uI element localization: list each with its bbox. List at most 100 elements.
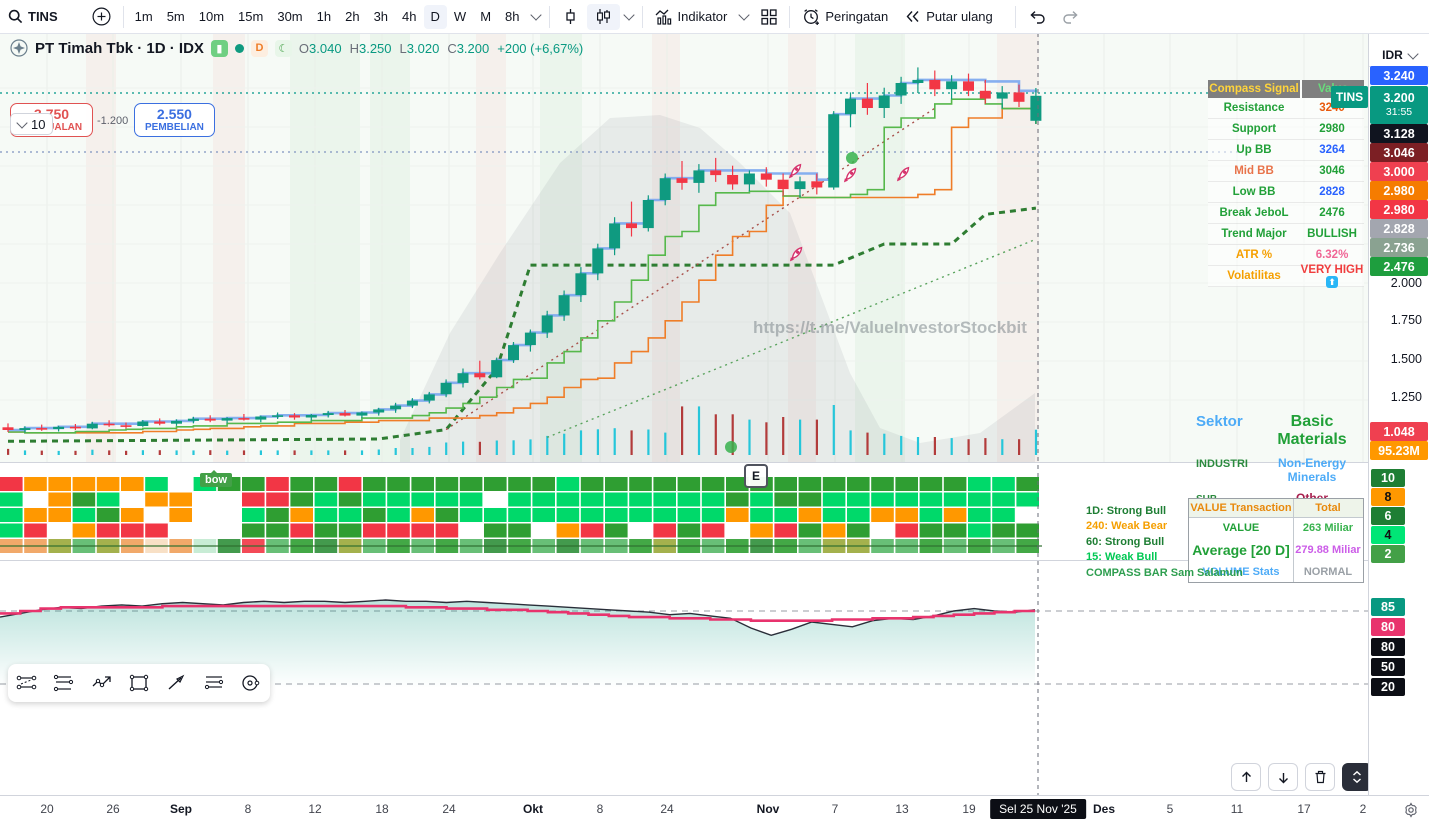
- alarm-clock-icon: [802, 8, 820, 26]
- watermark-text: https://t.me/ValueInvestorStockbit: [753, 318, 1027, 337]
- timeframe-1m[interactable]: 1m: [128, 5, 160, 29]
- timeframe-8h[interactable]: 8h: [498, 5, 526, 29]
- replay-button[interactable]: Putar ulang: [896, 4, 1001, 30]
- plus-circle-icon: [92, 7, 111, 26]
- crosshair-date-badge: Sel 25 Nov '25: [990, 799, 1086, 819]
- chart-style-candles-button[interactable]: [586, 3, 620, 30]
- price-label: 2.980: [1370, 181, 1428, 200]
- trend-line-tool-icon[interactable]: [14, 670, 40, 696]
- chart-style-menu-button[interactable]: [620, 4, 638, 30]
- undo-button[interactable]: [1020, 4, 1054, 30]
- add-symbol-button[interactable]: [84, 4, 119, 30]
- sector-row: INDUSTRI Non-Energy Minerals: [1196, 456, 1346, 484]
- alerts-button[interactable]: Peringatan: [794, 4, 896, 30]
- arrow-tool-icon[interactable]: [163, 670, 189, 696]
- timeframe-2h[interactable]: 2h: [338, 5, 366, 29]
- compass-row: Support 2980: [1208, 119, 1364, 140]
- symbol-search-button[interactable]: TINS: [0, 4, 66, 30]
- parallel-lines-tool-icon[interactable]: [51, 670, 77, 696]
- polyline-tool-icon[interactable]: [89, 670, 115, 696]
- price-label: 3.046: [1370, 143, 1428, 162]
- pane-scale-label: 6: [1371, 507, 1405, 525]
- compass-header-signal: Compass Signal: [1208, 80, 1300, 98]
- timeframe-1h[interactable]: 1h: [310, 5, 338, 29]
- price-label: 1.048: [1370, 422, 1428, 441]
- undo-icon: [1028, 10, 1046, 24]
- compass-row: Break JeboL 2476: [1208, 203, 1364, 224]
- broker-icon: ▮: [210, 39, 228, 57]
- indicator-templates-button[interactable]: [735, 4, 753, 30]
- search-icon: [8, 9, 23, 24]
- pane-scale-label: 50: [1371, 658, 1405, 676]
- symbol-search-label: TINS: [28, 9, 58, 24]
- compass-row: Mid BB 3046: [1208, 161, 1364, 182]
- pane-scale-label: 20: [1371, 678, 1405, 696]
- time-tick: 19: [962, 802, 976, 816]
- price-label: 2.828: [1370, 219, 1428, 238]
- timeframe-10m[interactable]: 10m: [192, 5, 231, 29]
- price-label: 2.980: [1370, 200, 1428, 219]
- price-label: 2.476: [1370, 257, 1428, 276]
- move-pane-down-button[interactable]: [1268, 763, 1298, 791]
- price-label: 3.200 31:55: [1370, 86, 1428, 124]
- value-header-total: Total: [1315, 502, 1341, 514]
- rewind-icon: [904, 9, 921, 24]
- time-tick: 18: [375, 802, 389, 816]
- indicators-collapse-button[interactable]: 10: [10, 113, 54, 135]
- price-tick: 1.750: [1390, 313, 1422, 327]
- earnings-marker[interactable]: E: [744, 464, 768, 488]
- chart-style-bars-button[interactable]: [554, 4, 587, 30]
- compass-signal-panel: Compass SignalValue Resistance 3240Suppo…: [1208, 80, 1364, 288]
- time-tick: Nov: [756, 802, 780, 816]
- replay-label: Putar ulang: [926, 9, 993, 24]
- timeframe-W[interactable]: W: [447, 5, 473, 29]
- compass-row: Up BB 3264: [1208, 140, 1364, 161]
- moon-badge-icon: ☾: [274, 39, 292, 57]
- circle-tool-icon[interactable]: [238, 670, 264, 696]
- time-tick: 20: [40, 802, 54, 816]
- timeframe-D[interactable]: D: [423, 4, 447, 29]
- time-tick: 5: [1166, 802, 1174, 816]
- symbol-price-tag: TINS: [1331, 86, 1368, 108]
- timeframe-M[interactable]: M: [473, 5, 498, 29]
- symbol-title[interactable]: PT Timah Tbk · 1D · IDX: [35, 40, 204, 57]
- stockbit-fan-icon: [10, 39, 28, 57]
- layout-grid-button[interactable]: [753, 4, 785, 30]
- delete-pane-button[interactable]: [1305, 763, 1335, 791]
- rectangle-tool-icon[interactable]: [126, 670, 152, 696]
- chart-canvas[interactable]: PT Timah Tbk · 1D · IDX ▮ D ☾ O3.040 H3.…: [0, 33, 1409, 795]
- timeframe-15m[interactable]: 15m: [231, 5, 270, 29]
- timeframe-menu-button[interactable]: [527, 4, 545, 30]
- bow-label: bow: [200, 470, 232, 487]
- pane-scale-label: 80: [1371, 618, 1405, 636]
- time-tick: 2: [1359, 802, 1367, 816]
- alerts-label: Peringatan: [825, 9, 889, 24]
- sector-row: Sektor Basic Materials: [1196, 413, 1347, 448]
- timezone-settings-icon[interactable]: [1403, 802, 1419, 823]
- ohlc-values: O3.040 H3.250 L3.020 C3.200 +200 (+6,67%…: [298, 40, 584, 56]
- timeframe-30m[interactable]: 30m: [270, 5, 309, 29]
- redo-button[interactable]: [1054, 4, 1088, 30]
- timeframe-5m[interactable]: 5m: [160, 5, 192, 29]
- move-pane-up-button[interactable]: [1231, 763, 1261, 791]
- horizontal-lines-tool-icon[interactable]: [201, 670, 227, 696]
- price-tick: 1.250: [1390, 390, 1422, 404]
- time-axis[interactable]: 20 26 Sep 8 12 18 24 Okt 8 24 Nov 7 13 19 Des 5 11 17 2 Se…: [0, 795, 1429, 826]
- indicators-label: Indikator: [677, 9, 728, 24]
- compass-row: Volatilitas VERY HIGH ⬆: [1208, 264, 1364, 288]
- pane-scale-label: 4: [1371, 526, 1405, 544]
- timeframe-4h[interactable]: 4h: [395, 5, 423, 29]
- pane-scale-label: 85: [1371, 598, 1405, 616]
- compass-row: ATR % 6.32%: [1208, 245, 1364, 266]
- indicators-button[interactable]: Indikator: [647, 4, 736, 30]
- compass-row: Trend Major BULLISH: [1208, 224, 1364, 245]
- dividend-badge-icon: D: [250, 39, 268, 57]
- price-axis[interactable]: IDR TINS 3.240 3.200 31:55 3.128 3.046 3.000 2…: [1331, 33, 1429, 795]
- status-dot-icon: [234, 43, 244, 53]
- currency-dropdown[interactable]: IDR: [1369, 44, 1429, 67]
- buy-signal-box: 2.550 PEMBELIAN: [134, 103, 215, 137]
- indicator-icon: [655, 8, 673, 26]
- time-tick: 24: [660, 802, 674, 816]
- timeframe-3h[interactable]: 3h: [367, 5, 395, 29]
- time-tick: 8: [244, 802, 252, 816]
